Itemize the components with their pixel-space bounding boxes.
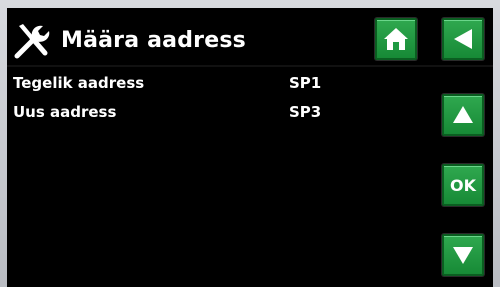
new-address-value[interactable]: SP3 [289, 103, 321, 121]
header-divider [7, 65, 493, 67]
header: Määra aadress [7, 8, 493, 68]
home-icon [384, 28, 408, 50]
new-address-label: Uus aadress [13, 103, 117, 121]
up-button[interactable] [442, 94, 484, 136]
current-address-value: SP1 [289, 74, 322, 92]
back-button[interactable] [442, 18, 484, 60]
tools-icon [14, 24, 50, 59]
home-button[interactable] [375, 18, 417, 60]
current-address-label: Tegelik aadress [13, 74, 145, 92]
list-item: Tegelik aadress SP1 [13, 74, 321, 92]
display-screen: Määra aadress Tegelik aadress SP1 Uus aa… [7, 8, 493, 287]
ok-label: OK [450, 175, 476, 195]
down-arrow-icon [453, 247, 473, 264]
list-item[interactable]: Uus aadress SP3 [13, 103, 321, 121]
up-arrow-icon [453, 106, 473, 123]
down-button[interactable] [442, 234, 484, 276]
page-title: Määra aadress [61, 28, 246, 53]
ok-button[interactable]: OK [442, 164, 484, 206]
back-arrow-icon [454, 29, 472, 49]
